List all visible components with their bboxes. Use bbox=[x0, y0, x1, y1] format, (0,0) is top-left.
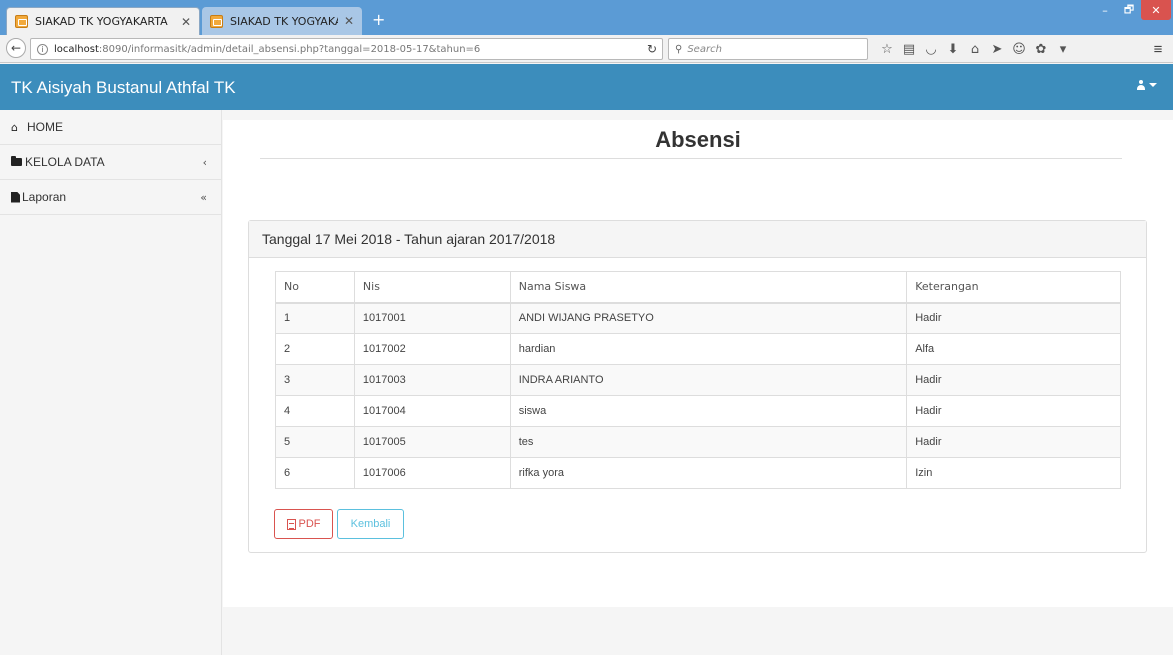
sidebar-item-laporan[interactable]: Laporan « bbox=[0, 180, 221, 215]
pdf-icon bbox=[286, 518, 296, 530]
table-row: 5 1017005 tes Hadir bbox=[275, 426, 1121, 458]
cell-keterangan: Hadir bbox=[906, 426, 1121, 458]
dropdown-icon[interactable]: ▾ bbox=[1052, 42, 1074, 57]
info-icon[interactable]: i bbox=[37, 43, 48, 55]
tab-close-icon[interactable]: ✕ bbox=[181, 15, 191, 29]
pdf-button[interactable]: PDF bbox=[274, 509, 333, 539]
sidebar-item-label: Laporan bbox=[22, 190, 67, 204]
folder-icon bbox=[11, 156, 22, 166]
cell-nama: hardian bbox=[509, 333, 908, 365]
extension-icon[interactable]: ✿ bbox=[1030, 42, 1052, 57]
cell-nis: 1017005 bbox=[353, 426, 511, 458]
url-host: localhost bbox=[54, 43, 99, 55]
search-icon: ⚲ bbox=[675, 43, 683, 55]
pdf-button-label: PDF bbox=[298, 518, 321, 530]
table-row: 4 1017004 siswa Hadir bbox=[275, 395, 1121, 427]
cell-no: 1 bbox=[275, 302, 355, 334]
double-chevron-left-icon: « bbox=[200, 190, 207, 204]
cell-keterangan: Hadir bbox=[906, 302, 1121, 334]
cell-nis: 1017003 bbox=[353, 364, 511, 396]
column-header-nama-siswa: Nama Siswa bbox=[509, 271, 908, 304]
url-bar[interactable]: i localhost:8090/informasitk/admin/detai… bbox=[30, 38, 663, 60]
footer bbox=[223, 607, 1173, 655]
cell-nis: 1017001 bbox=[353, 302, 511, 334]
reading-list-icon[interactable]: ▤ bbox=[898, 42, 920, 57]
reload-icon[interactable]: ↻ bbox=[642, 42, 662, 56]
sidebar-item-home[interactable]: ⌂ HOME bbox=[0, 110, 221, 145]
user-menu[interactable] bbox=[1137, 80, 1157, 90]
tab-close-icon[interactable]: ✕ bbox=[344, 14, 354, 28]
favicon-icon bbox=[210, 14, 223, 28]
browser-navbar: ← i localhost:8090/informasitk/admin/det… bbox=[0, 35, 1173, 63]
window-maximize-button[interactable]: 🗗 bbox=[1118, 0, 1140, 20]
browser-titlebar: SIAKAD TK YOGYAKARTA ✕ SIAKAD TK YOGYAKA… bbox=[0, 0, 1173, 35]
cell-nis: 1017002 bbox=[353, 333, 511, 365]
cell-keterangan: Hadir bbox=[906, 395, 1121, 427]
cell-no: 6 bbox=[275, 457, 355, 489]
chat-icon[interactable]: ☺ bbox=[1008, 42, 1030, 57]
cell-no: 5 bbox=[275, 426, 355, 458]
cell-nama: siswa bbox=[509, 395, 908, 427]
cell-no: 4 bbox=[275, 395, 355, 427]
cell-no: 3 bbox=[275, 364, 355, 396]
sidebar-item-label: HOME bbox=[27, 120, 63, 134]
tab-label: SIAKAD TK YOGYAKARTA bbox=[230, 14, 338, 28]
send-icon[interactable]: ➤ bbox=[986, 42, 1008, 57]
search-placeholder: Search bbox=[687, 43, 722, 55]
attendance-panel: Tanggal 17 Mei 2018 - Tahun ajaran 2017/… bbox=[248, 220, 1147, 553]
user-icon bbox=[1137, 80, 1145, 90]
cell-keterangan: Izin bbox=[906, 457, 1121, 489]
browser-tab-active[interactable]: SIAKAD TK YOGYAKARTA ✕ bbox=[6, 7, 200, 35]
cell-keterangan: Alfa bbox=[906, 333, 1121, 365]
browser-search-input[interactable]: ⚲ Search bbox=[668, 38, 868, 60]
column-header-no: No bbox=[275, 271, 355, 304]
back-button[interactable]: Kembali bbox=[337, 509, 404, 539]
table-row: 3 1017003 INDRA ARIANTO Hadir bbox=[275, 364, 1121, 396]
cell-nis: 1017006 bbox=[353, 457, 511, 489]
column-header-nis: Nis bbox=[353, 271, 511, 304]
window-close-button[interactable]: ✕ bbox=[1141, 0, 1171, 20]
cell-keterangan: Hadir bbox=[906, 364, 1121, 396]
back-arrow-icon[interactable]: ← bbox=[6, 38, 26, 58]
cell-no: 2 bbox=[275, 333, 355, 365]
panel-heading: Tanggal 17 Mei 2018 - Tahun ajaran 2017/… bbox=[249, 221, 1146, 258]
url-path: :8090/informasitk/admin/detail_absensi.p… bbox=[98, 43, 481, 55]
browser-toolbar-icons: ☆ ▤ ◡ ⬇ ⌂ ➤ ☺ ✿ ▾ bbox=[876, 39, 1074, 59]
table-row: 1 1017001 ANDI WIJANG PRASETYO Hadir bbox=[275, 302, 1121, 334]
cell-nama: ANDI WIJANG PRASETYO bbox=[509, 302, 908, 334]
favicon-icon bbox=[15, 15, 28, 28]
title-divider bbox=[260, 158, 1122, 159]
table-header-row: No Nis Nama Siswa Keterangan bbox=[275, 271, 1121, 304]
url-text: localhost:8090/informasitk/admin/detail_… bbox=[54, 44, 642, 55]
cell-nama: INDRA ARIANTO bbox=[509, 364, 908, 396]
app-header: TK Aisiyah Bustanul Athfal TK bbox=[0, 64, 1173, 110]
column-header-keterangan: Keterangan bbox=[906, 271, 1121, 304]
pocket-icon[interactable]: ◡ bbox=[920, 42, 942, 57]
attendance-table: No Nis Nama Siswa Keterangan 1 1017001 A… bbox=[275, 271, 1121, 489]
new-tab-button[interactable]: + bbox=[372, 10, 385, 29]
bookmark-star-icon[interactable]: ☆ bbox=[876, 42, 898, 57]
chevron-left-icon: ‹ bbox=[202, 155, 207, 169]
sidebar: ⌂ HOME KELOLA DATA ‹ Laporan « bbox=[0, 110, 222, 655]
table-row: 6 1017006 rifka yora Izin bbox=[275, 457, 1121, 489]
cell-nama: tes bbox=[509, 426, 908, 458]
cell-nis: 1017004 bbox=[353, 395, 511, 427]
home-browser-icon[interactable]: ⌂ bbox=[964, 42, 986, 57]
sidebar-item-kelola-data[interactable]: KELOLA DATA ‹ bbox=[0, 145, 221, 180]
caret-down-icon bbox=[1149, 83, 1157, 87]
tab-label: SIAKAD TK YOGYAKARTA bbox=[35, 15, 168, 28]
download-icon[interactable]: ⬇ bbox=[942, 42, 964, 57]
table-row: 2 1017002 hardian Alfa bbox=[275, 333, 1121, 365]
sidebar-item-label: KELOLA DATA bbox=[25, 155, 105, 169]
cell-nama: rifka yora bbox=[509, 457, 908, 489]
file-icon bbox=[11, 191, 20, 203]
main-content: Absensi Tanggal 17 Mei 2018 - Tahun ajar… bbox=[223, 120, 1173, 607]
app-brand[interactable]: TK Aisiyah Bustanul Athfal TK bbox=[11, 78, 236, 98]
hamburger-menu-icon[interactable]: ≡ bbox=[1148, 38, 1168, 60]
page-title: Absensi bbox=[655, 127, 741, 152]
browser-tab-inactive[interactable]: SIAKAD TK YOGYAKARTA ✕ bbox=[202, 7, 362, 35]
window-minimize-button[interactable]: – bbox=[1094, 0, 1116, 20]
back-button-label: Kembali bbox=[350, 518, 391, 530]
home-icon: ⌂ bbox=[11, 120, 18, 134]
